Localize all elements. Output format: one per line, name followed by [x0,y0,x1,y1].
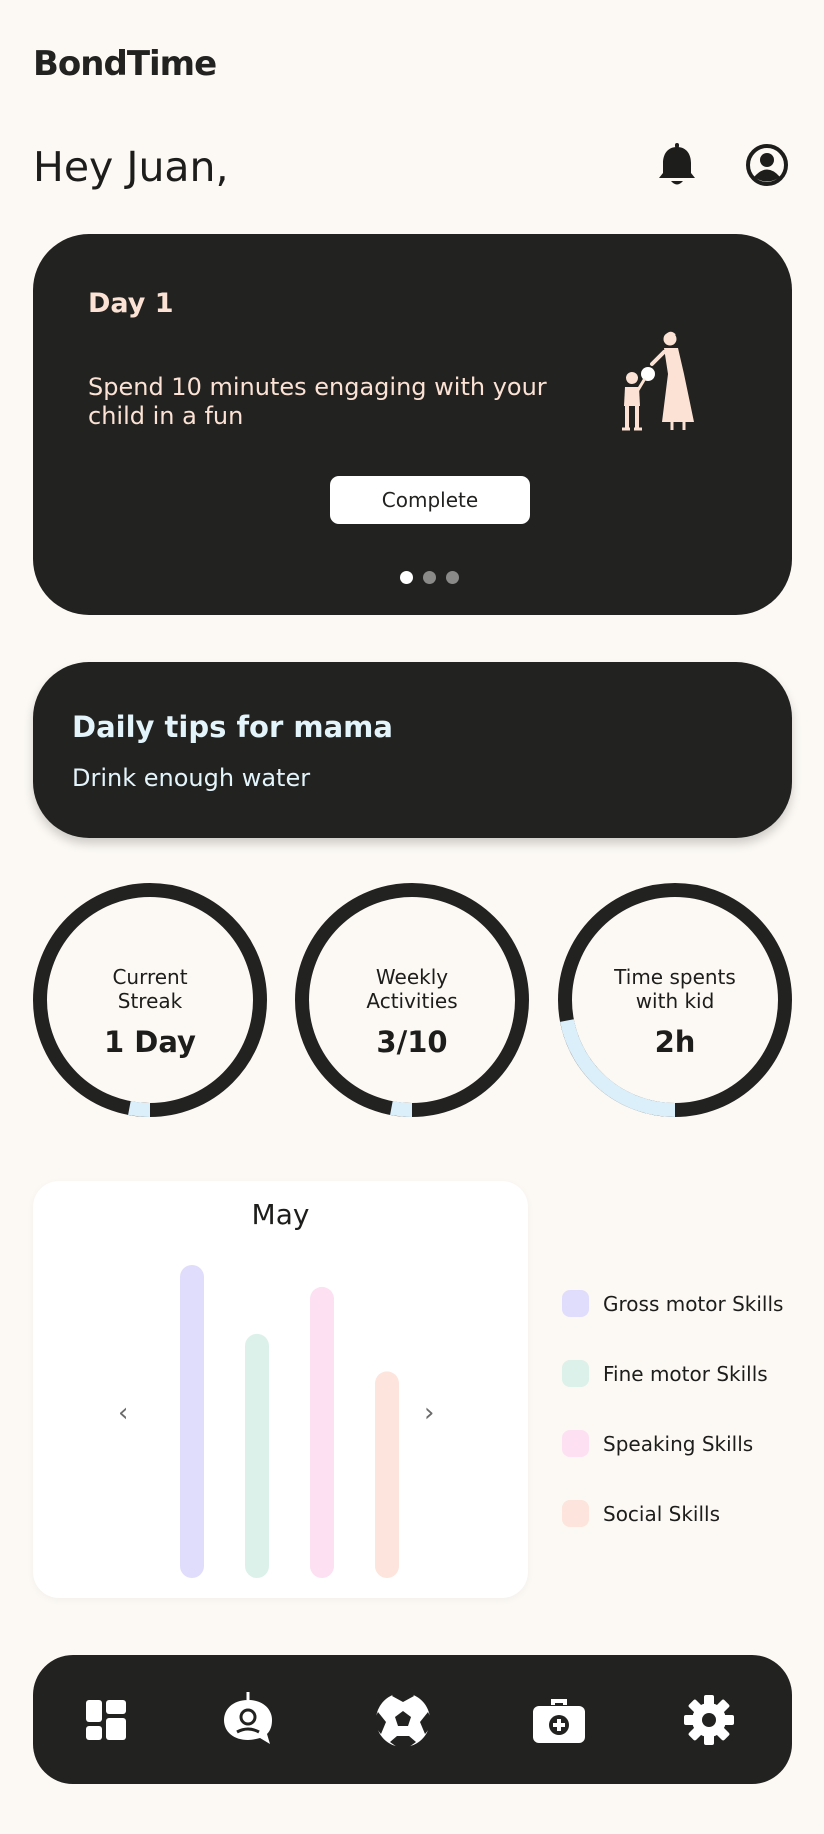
stat-value: 1 Day [104,1025,196,1059]
day-title: Day 1 [88,288,174,319]
pager-dot-1[interactable] [400,571,413,584]
stat-current-streak: Current Streak 1 Day [33,883,267,1117]
nav-dashboard[interactable] [76,1690,136,1750]
tips-text: Drink enough water [72,764,311,792]
legend-swatch [562,1360,589,1387]
nav-settings[interactable] [679,1690,739,1750]
soccer-ball-icon [376,1692,430,1747]
nav-assistant[interactable] [218,1690,278,1750]
chart-bar-1 [180,1265,204,1578]
greeting: Hey Juan, [33,143,229,191]
dashboard-icon [86,1700,126,1740]
daily-tips-card [33,662,792,838]
stat-label: Time spents with kid [614,965,736,1013]
user-circle-icon [746,144,788,186]
skills-bar-chart [180,1265,399,1578]
chat-bot-icon [224,1692,272,1744]
legend-item: Gross motor Skills [562,1290,783,1317]
chart-bar-2 [245,1333,269,1578]
stat-weekly-activities: Weekly Activities 3/10 [295,883,529,1117]
bell-icon [659,143,695,185]
stat-value: 2h [654,1025,696,1059]
profile-button[interactable] [744,142,790,188]
legend-label: Gross motor Skills [603,1291,784,1316]
notifications-button[interactable] [655,142,699,188]
legend-label: Social Skills [603,1501,721,1526]
nav-health[interactable] [529,1690,589,1750]
pager-dot-2[interactable] [423,571,436,584]
card-pager [400,571,459,584]
stat-value: 3/10 [376,1025,448,1059]
previous-month-button[interactable]: ‹ [118,1398,128,1428]
legend-swatch [562,1430,589,1457]
stat-label: Current Streak [112,965,188,1013]
legend-label: Fine motor Skills [603,1361,768,1386]
legend-label: Speaking Skills [603,1431,754,1456]
first-aid-kit-icon [533,1699,585,1743]
parent-child-illustration [622,331,694,431]
chart-title: May [251,1198,310,1231]
stat-label: Weekly Activities [366,965,458,1013]
next-month-button[interactable]: › [424,1398,434,1428]
pager-dot-3[interactable] [446,571,459,584]
activity-description: Spend 10 minutes engaging with your chil… [88,373,547,430]
chart-bar-4 [375,1371,399,1578]
nav-activities[interactable] [373,1690,433,1750]
chart-bar-3 [310,1286,334,1578]
app-brand: BondTime [33,44,217,84]
legend-item: Speaking Skills [562,1430,753,1457]
legend-swatch [562,1290,589,1317]
settings-gear-icon [684,1695,734,1745]
legend-item: Social Skills [562,1500,720,1527]
complete-button[interactable]: Complete [330,476,530,524]
legend-swatch [562,1500,589,1527]
stat-time-with-kid: Time spents with kid 2h [558,883,792,1117]
tips-title: Daily tips for mama [72,710,393,744]
legend-item: Fine motor Skills [562,1360,768,1387]
